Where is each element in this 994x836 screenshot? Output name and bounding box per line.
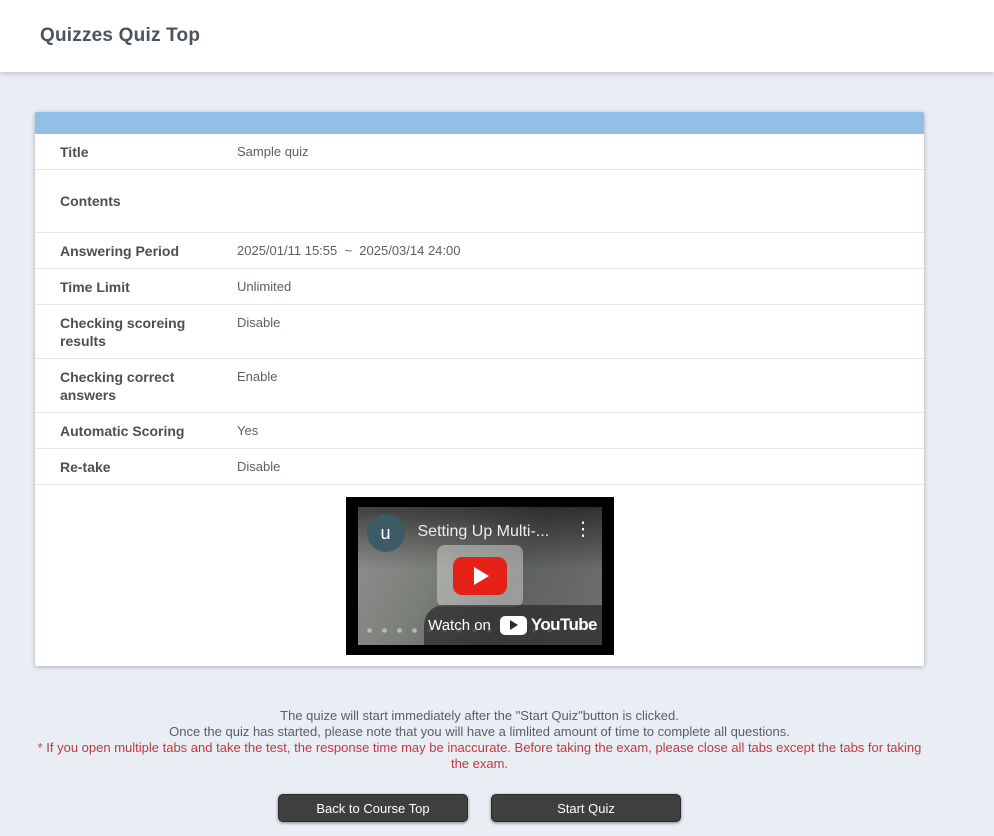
row-label: Automatic Scoring xyxy=(35,413,237,449)
back-to-course-top-button[interactable]: Back to Course Top xyxy=(278,794,468,822)
more-options-icon[interactable]: ⋮ xyxy=(574,520,593,540)
app-header: Quizzes Quiz Top xyxy=(0,0,994,72)
row-value: Enable xyxy=(237,359,924,413)
table-row-checking-correct-answers: Checking correct answers Enable xyxy=(35,359,924,413)
action-buttons: Back to Course Top Start Quiz xyxy=(35,794,924,822)
table-row-answering-period: Answering Period 2025/01/11 15:55 ~ 2025… xyxy=(35,233,924,269)
table-row-title: Title Sample quiz xyxy=(35,134,924,170)
start-quiz-button[interactable]: Start Quiz xyxy=(491,794,681,822)
row-label: Re-take xyxy=(35,449,237,485)
youtube-wordmark: YouTube xyxy=(531,615,597,635)
row-value: Disable xyxy=(237,449,924,485)
youtube-embed[interactable]: u Setting Up Multi-... ⋮ Watch on YouTub… xyxy=(346,497,614,655)
youtube-logo-icon[interactable]: YouTube xyxy=(500,615,597,635)
row-value: Yes xyxy=(237,413,924,449)
table-row-contents: Contents xyxy=(35,170,924,233)
row-value xyxy=(237,170,924,233)
row-value: 2025/01/11 15:55 ~ 2025/03/14 24:00 xyxy=(237,233,924,269)
notice-line-1: The quize will start immediately after t… xyxy=(35,708,924,724)
row-label: Checking correct answers xyxy=(35,359,237,413)
row-label: Checking scoreing results xyxy=(35,305,237,359)
watch-on-label: Watch on xyxy=(428,617,491,634)
youtube-play-glyph xyxy=(500,616,527,635)
row-label: Time Limit xyxy=(35,269,237,305)
video-row: u Setting Up Multi-... ⋮ Watch on YouTub… xyxy=(35,485,924,666)
table-row-automatic-scoring: Automatic Scoring Yes xyxy=(35,413,924,449)
video-title[interactable]: Setting Up Multi-... xyxy=(418,523,570,541)
play-icon xyxy=(474,567,489,585)
watch-on-youtube-bar[interactable]: Watch on YouTube xyxy=(424,605,602,645)
quiz-info-card: Title Sample quiz Contents Answering Per… xyxy=(35,112,924,666)
row-value: Sample quiz xyxy=(237,134,924,170)
quiz-notice: The quize will start immediately after t… xyxy=(35,708,924,771)
table-row-time-limit: Time Limit Unlimited xyxy=(35,269,924,305)
row-label: Answering Period xyxy=(35,233,237,269)
row-label: Contents xyxy=(35,170,237,233)
table-row-checking-scoring-results: Checking scoreing results Disable xyxy=(35,305,924,359)
row-label: Title xyxy=(35,134,237,170)
channel-avatar[interactable]: u xyxy=(367,514,405,552)
table-header-band xyxy=(35,112,924,134)
table-row-retake: Re-take Disable xyxy=(35,449,924,485)
page-title: Quizzes Quiz Top xyxy=(40,25,200,47)
notice-warning: * If you open multiple tabs and take the… xyxy=(35,740,924,771)
play-button[interactable] xyxy=(453,557,507,595)
notice-line-2: Once the quiz has started, please note t… xyxy=(35,724,924,740)
row-value: Disable xyxy=(237,305,924,359)
row-value: Unlimited xyxy=(237,269,924,305)
quiz-info-table: Title Sample quiz Contents Answering Per… xyxy=(35,134,924,485)
